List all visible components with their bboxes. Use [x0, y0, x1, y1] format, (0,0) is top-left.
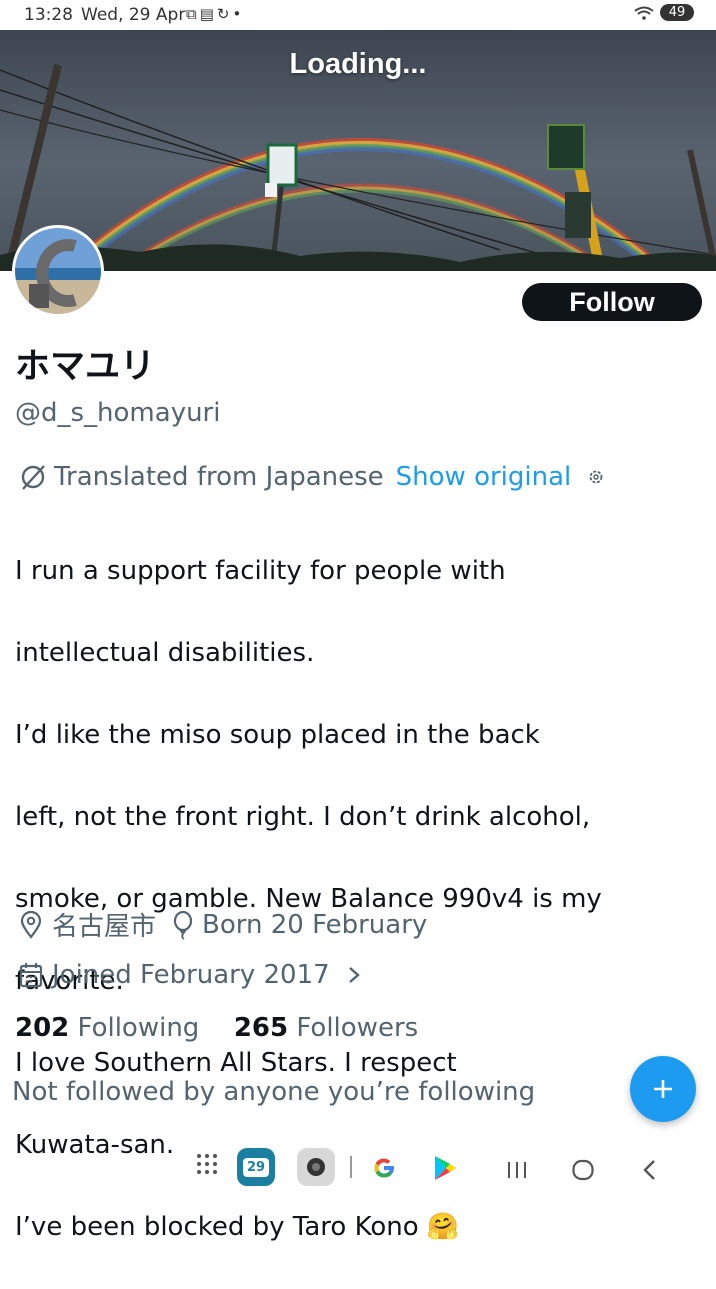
translation-settings-icon[interactable] [587, 468, 605, 486]
followers-label: Followers [296, 1013, 419, 1043]
location-pin-icon [20, 910, 42, 939]
calendar-app-day: 29 [242, 1157, 270, 1177]
camera-app-icon[interactable] [297, 1148, 335, 1186]
show-original-link[interactable]: Show original [396, 462, 572, 492]
translation-notice: Translated from Japanese Show original [18, 462, 605, 492]
dot-icon: • [232, 5, 245, 23]
bio-line: I run a support facility for people with [15, 556, 506, 586]
following-label: Following [77, 1013, 200, 1043]
recents-icon[interactable] [506, 1160, 528, 1180]
follow-button[interactable]: Follow [522, 283, 702, 321]
calendar-icon [19, 963, 43, 988]
home-icon[interactable] [571, 1159, 595, 1181]
system-nav-bar: 29 [0, 1140, 716, 1199]
status-bar: 13:28 Wed, 29 Apr ⧉▤↻• 49 [0, 0, 716, 30]
follow-counts: 202 Following 265 Followers [15, 1013, 418, 1043]
display-name: ホマユリ [15, 347, 156, 387]
profile-meta-joined[interactable]: Joined February 2017 [18, 960, 364, 990]
avatar-image [15, 228, 101, 314]
wifi-icon [634, 6, 654, 20]
mutual-followers-notice: Not followed by anyone you’re following [12, 1077, 536, 1107]
profile-meta-location-birthday: 名古屋市 Born 20 February [18, 906, 427, 943]
location-text: 名古屋市 [52, 912, 157, 942]
play-store-icon[interactable] [432, 1154, 458, 1182]
calendar-app-icon[interactable]: 29 [237, 1148, 275, 1186]
avatar[interactable] [12, 225, 104, 317]
notification-icons: ⧉▤↻• [186, 5, 244, 23]
google-app-icon[interactable] [370, 1154, 398, 1182]
nav-divider [350, 1156, 352, 1178]
following-link[interactable]: 202 Following [15, 1013, 208, 1043]
bio-line: I’d like the miso soup placed in the bac… [15, 720, 540, 750]
calendar-icon: ▤ [199, 5, 217, 23]
status-date: Wed, 29 Apr [81, 5, 186, 25]
chevron-right-icon [348, 967, 360, 983]
bio-line: intellectual disabilities. [15, 638, 315, 668]
compose-button[interactable] [630, 1056, 696, 1122]
user-handle: @d_s_homayuri [15, 398, 221, 428]
profile-banner[interactable]: Loading... [0, 30, 716, 271]
sync-icon: ↻ [216, 5, 233, 23]
banner-loading-text: Loading... [289, 48, 427, 80]
camera-lens-icon [307, 1158, 325, 1176]
apps-grid-icon[interactable] [195, 1152, 219, 1176]
followers-count: 265 [233, 1013, 289, 1043]
bio-line: left, not the front right. I don’t drink… [15, 802, 591, 832]
joined-text: Joined February 2017 [52, 960, 330, 990]
battery-indicator: 49 [660, 4, 694, 21]
balloon-icon [173, 910, 193, 940]
bio-line: I’ve been blocked by Taro Kono 🤗 [15, 1212, 460, 1242]
back-icon[interactable] [640, 1158, 660, 1182]
birthday-text: Born 20 February [202, 909, 428, 940]
plus-icon [654, 1080, 672, 1098]
followers-link[interactable]: 265 Followers [234, 1013, 418, 1043]
following-count: 202 [15, 1013, 70, 1043]
status-time: 13:28 [24, 5, 73, 25]
screenshot-icon: ⧉ [186, 5, 200, 23]
translate-icon [21, 465, 45, 490]
translated-from-label: Translated from Japanese [54, 462, 384, 492]
